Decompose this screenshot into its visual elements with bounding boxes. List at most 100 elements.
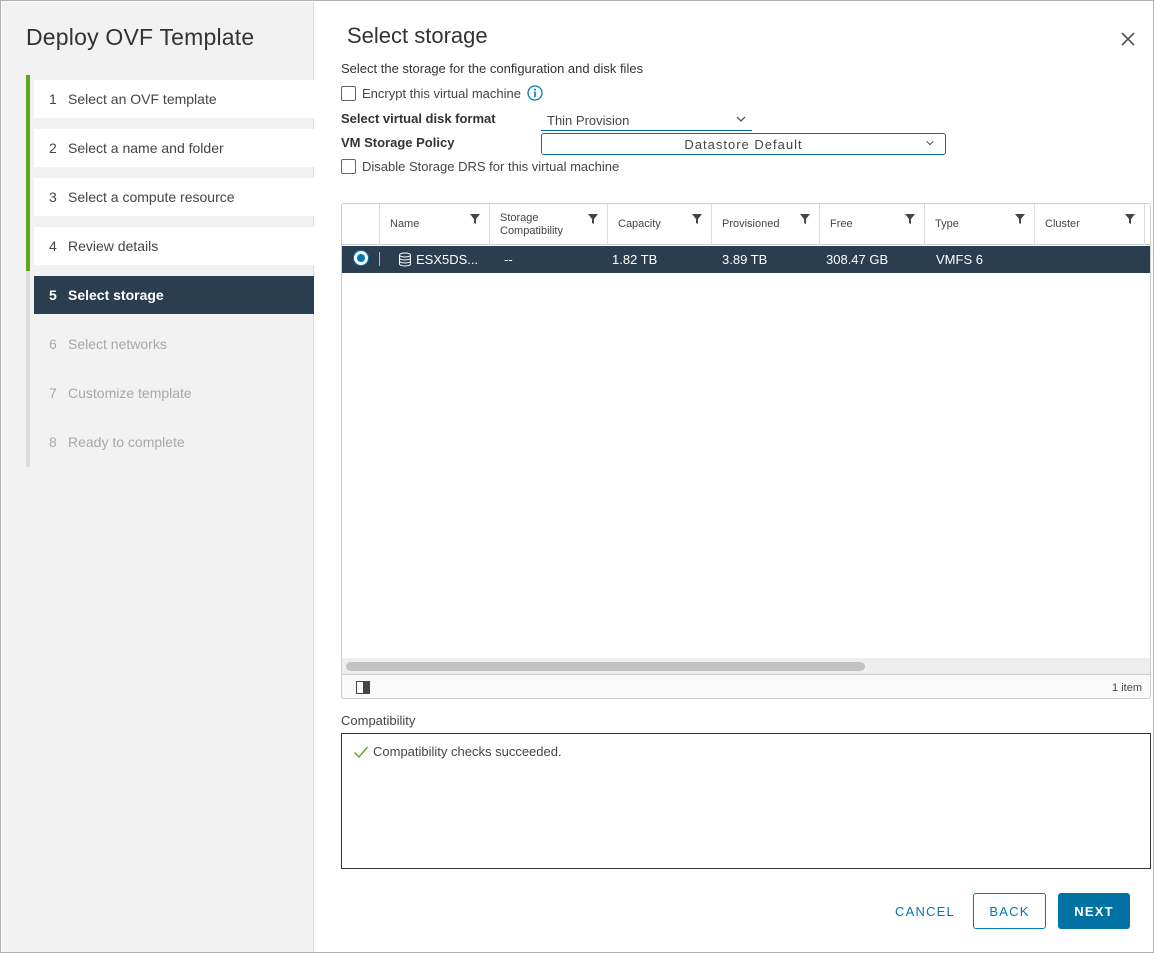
- step-progress-bar: [26, 320, 30, 369]
- step-3[interactable]: 3 Select a compute resource: [26, 173, 314, 222]
- column-header-capacity[interactable]: Capacity: [608, 204, 712, 245]
- disk-format-value: Thin Provision: [547, 112, 630, 128]
- cell-capacity: 1.82 TB: [612, 252, 658, 267]
- step-number: 5: [49, 287, 57, 303]
- disable-drs-checkbox[interactable]: [341, 159, 356, 174]
- cell-name: ESX5DS...: [388, 246, 490, 273]
- step-number: 4: [49, 238, 57, 254]
- filter-icon[interactable]: [800, 214, 810, 224]
- filter-icon[interactable]: [692, 214, 702, 224]
- step-label: Customize template: [68, 385, 192, 401]
- step-7: 7 Customize template: [26, 369, 314, 418]
- step-label: Select networks: [68, 336, 167, 352]
- column-title: Storage Compatibility: [500, 211, 563, 237]
- chevron-down-icon: [926, 140, 934, 146]
- step-label: Select a name and folder: [68, 140, 224, 156]
- filter-icon[interactable]: [1125, 214, 1135, 224]
- step-label: Ready to complete: [68, 434, 185, 450]
- step-progress-bar: [26, 222, 30, 271]
- column-title: Name: [390, 218, 420, 230]
- disk-format-label: Select virtual disk format: [341, 111, 496, 126]
- datastore-icon: [399, 252, 411, 267]
- wizard-main: Select storage Select the storage for th…: [315, 2, 1153, 952]
- page-subtitle: Select the storage for the configuration…: [341, 61, 644, 76]
- wizard-title: Deploy OVF Template: [26, 24, 255, 50]
- back-button[interactable]: BACK: [973, 893, 1046, 929]
- checkmark-icon: [354, 746, 369, 758]
- step-progress-bar: [26, 75, 30, 124]
- page-title: Select storage: [347, 23, 488, 48]
- deploy-ovf-dialog: Deploy OVF Template 1 Select an OVF templ…: [0, 0, 1154, 953]
- step-label: Select a compute resource: [68, 189, 235, 205]
- column-header-cluster[interactable]: Cluster: [1035, 204, 1145, 245]
- cell-provisioned: 3.89 TB: [722, 252, 768, 267]
- step-4[interactable]: 4 Review details: [26, 222, 314, 271]
- disable-drs-row: Disable Storage DRS for this virtual mac…: [341, 159, 619, 174]
- column-title: Free: [830, 218, 853, 230]
- filter-icon[interactable]: [905, 214, 915, 224]
- column-header-storage-compatibility[interactable]: Storage Compatibility: [490, 204, 608, 245]
- policy-label: VM Storage Policy: [341, 135, 455, 150]
- filter-icon[interactable]: [470, 214, 480, 224]
- column-title: Capacity: [618, 218, 661, 230]
- close-icon[interactable]: [1119, 30, 1137, 48]
- row-divider: [379, 252, 380, 266]
- step-number: 8: [49, 434, 57, 450]
- step-8: 8 Ready to complete: [26, 418, 314, 467]
- storage-policy-select[interactable]: Datastore Default: [541, 133, 946, 155]
- policy-value: Datastore Default: [684, 136, 803, 152]
- cell-free: 308.47 GB: [826, 252, 889, 267]
- cell-compatibility: --: [504, 252, 513, 267]
- disk-format-select[interactable]: Thin Provision: [541, 110, 752, 131]
- cell-cluster: [1036, 246, 1146, 273]
- table-row[interactable]: ESX5DS... -- 1.82 TB 3.89 TB 308.47 GB V…: [342, 246, 1150, 273]
- cell-type: VMFS 6: [936, 252, 983, 267]
- column-header-name[interactable]: Name: [380, 204, 490, 245]
- step-number: 6: [49, 336, 57, 352]
- select-column-header: [342, 204, 380, 245]
- item-count: 1 item: [1112, 682, 1142, 694]
- row-select-radio[interactable]: [353, 250, 369, 266]
- filter-icon[interactable]: [1015, 214, 1025, 224]
- column-title: Type: [935, 218, 959, 230]
- step-progress-bar: [26, 369, 30, 418]
- column-title: Provisioned: [722, 218, 780, 230]
- column-title: Cluster: [1045, 218, 1080, 230]
- wizard-sidebar: Deploy OVF Template 1 Select an OVF templ…: [2, 2, 314, 952]
- wizard-steps: 1 Select an OVF template 2 Select a name a…: [26, 75, 314, 467]
- step-number: 7: [49, 385, 57, 401]
- step-1[interactable]: 1 Select an OVF template: [26, 75, 314, 124]
- encrypt-label: Encrypt this virtual machine: [362, 85, 521, 101]
- step-6: 6 Select networks: [26, 320, 314, 369]
- step-progress-bar: [26, 271, 30, 320]
- disable-drs-label: Disable Storage DRS for this virtual mac…: [362, 159, 620, 174]
- scrollbar-thumb[interactable]: [346, 662, 865, 671]
- column-header-free[interactable]: Free: [820, 204, 925, 245]
- step-progress-bar: [26, 124, 30, 173]
- filter-icon[interactable]: [588, 214, 598, 224]
- step-progress-bar: [26, 418, 30, 467]
- step-label: Select storage: [68, 287, 164, 303]
- column-header-provisioned[interactable]: Provisioned: [712, 204, 820, 245]
- step-progress-bar: [26, 173, 30, 222]
- compatibility-panel: Compatibility checks succeeded.: [341, 733, 1151, 869]
- next-button[interactable]: NEXT: [1058, 893, 1130, 929]
- encrypt-checkbox[interactable]: [341, 85, 356, 101]
- column-toggle-icon[interactable]: [356, 681, 370, 694]
- step-number: 3: [49, 189, 57, 205]
- step-label: Review details: [68, 238, 159, 254]
- column-header-type[interactable]: Type: [925, 204, 1035, 245]
- grid-header: Name Storage Compatibility Capacity Prov…: [342, 204, 1150, 245]
- cancel-button[interactable]: CANCEL: [887, 893, 963, 929]
- step-label: Select an OVF template: [68, 91, 217, 107]
- compatibility-message-row: Compatibility checks succeeded.: [353, 744, 562, 759]
- step-number: 1: [49, 91, 57, 107]
- step-2[interactable]: 2 Select a name and folder: [26, 124, 314, 173]
- grid-footer: 1 item: [342, 674, 1150, 698]
- compatibility-label: Compatibility: [341, 713, 416, 728]
- info-icon[interactable]: [527, 85, 543, 101]
- datastore-grid: Name Storage Compatibility Capacity Prov…: [341, 203, 1151, 699]
- step-5[interactable]: 5 Select storage: [26, 271, 314, 320]
- step-number: 2: [49, 140, 57, 156]
- chevron-down-icon: [736, 116, 746, 122]
